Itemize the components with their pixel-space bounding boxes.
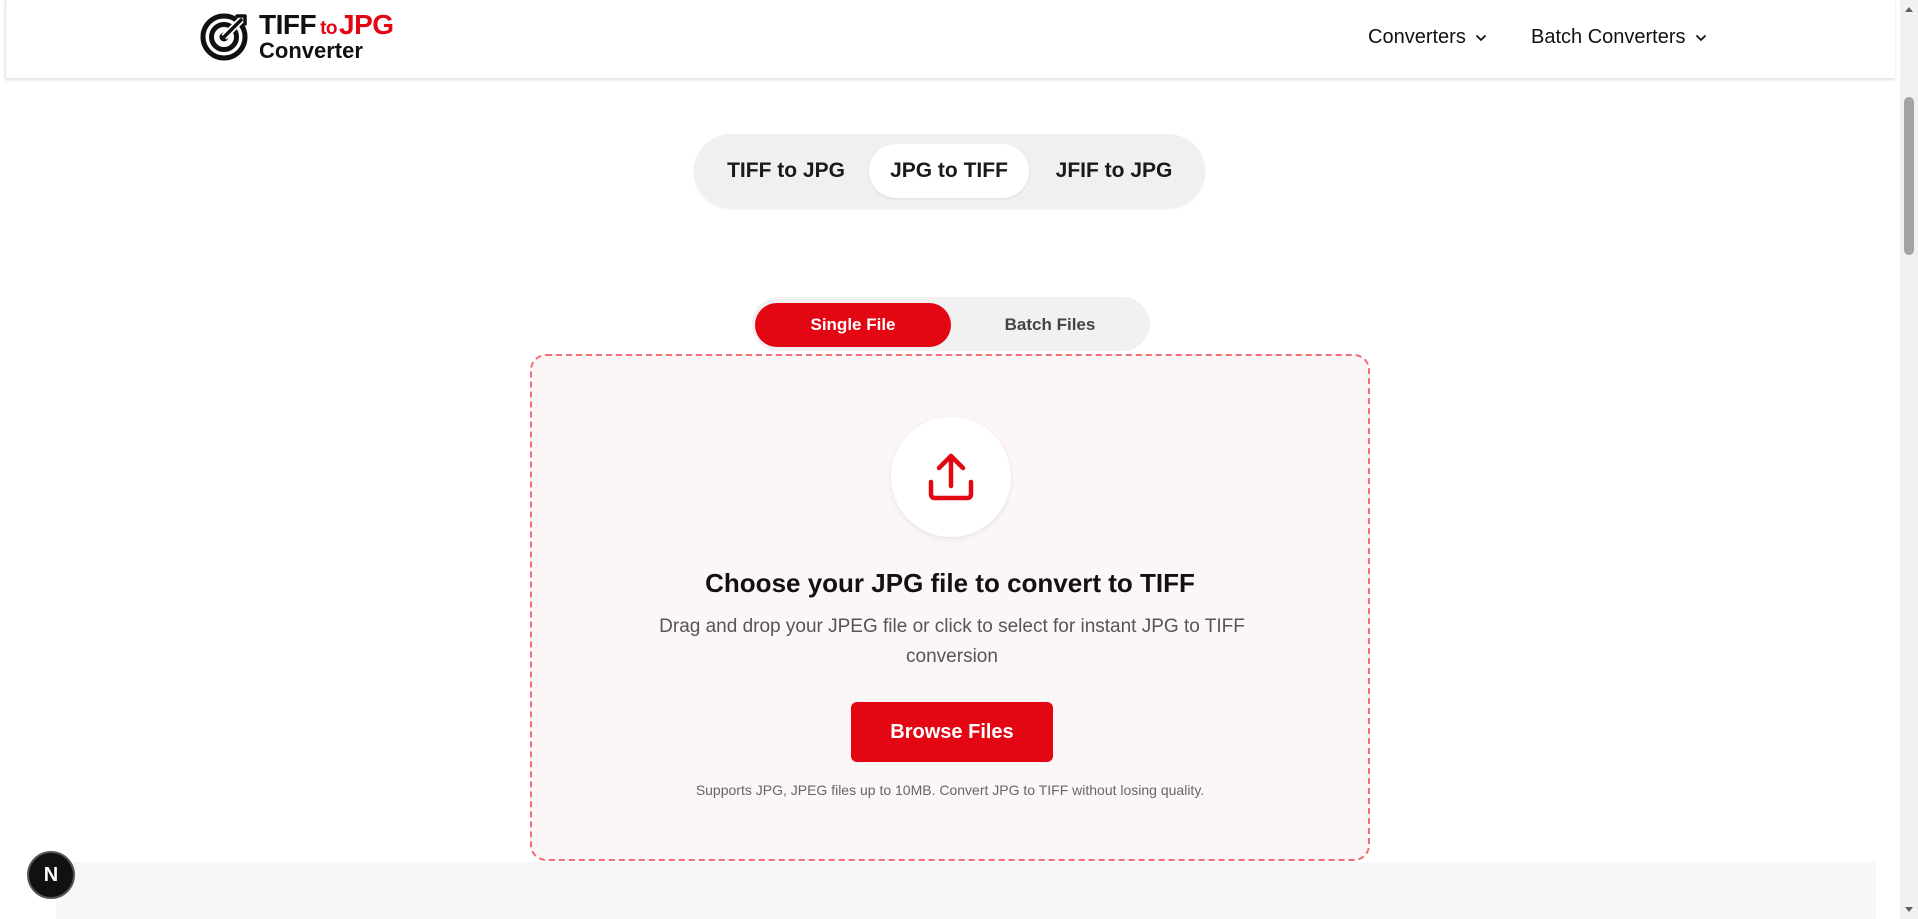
browse-files-button[interactable]: Browse Files <box>851 702 1053 762</box>
logo-converter: Converter <box>259 38 363 63</box>
nav-converters[interactable]: Converters <box>1368 26 1488 49</box>
single-file-button[interactable]: Single File <box>755 303 951 347</box>
scrollbar-thumb[interactable] <box>1904 97 1914 255</box>
site-logo[interactable]: TIFF toJPG Converter <box>199 11 394 62</box>
batch-files-button[interactable]: Batch Files <box>952 303 1148 347</box>
page-scrollbar[interactable] <box>1900 0 1918 919</box>
file-mode-toggle: Single File Batch Files <box>752 297 1150 351</box>
logo-text: TIFF toJPG Converter <box>259 11 394 62</box>
scroll-down-arrow-icon[interactable] <box>1904 904 1914 914</box>
nav-batch-converters-label: Batch Converters <box>1531 26 1686 48</box>
file-dropzone[interactable]: Choose your JPG file to convert to TIFF … <box>530 354 1370 861</box>
chevron-down-icon <box>1475 34 1486 41</box>
n-badge-button[interactable]: N <box>27 851 75 899</box>
next-section <box>56 862 1876 919</box>
chevron-down-icon <box>1695 34 1706 41</box>
upload-icon <box>928 453 974 501</box>
converter-tabs: TIFF to JPG JPG to TIFF JFIF to JPG <box>694 134 1205 208</box>
logo-to: to <box>320 18 338 39</box>
nav-converters-label: Converters <box>1368 26 1466 48</box>
page: TIFF toJPG Converter Converters Batch Con… <box>0 0 1918 919</box>
target-logo-icon <box>200 13 248 60</box>
upload-icon-container <box>891 417 1011 537</box>
tab-jfif-to-jpg[interactable]: JFIF to JPG <box>1034 144 1194 198</box>
tab-jpg-to-tiff[interactable]: JPG to TIFF <box>869 144 1029 198</box>
tab-tiff-to-jpg[interactable]: TIFF to JPG <box>708 144 864 198</box>
nav-batch-converters[interactable]: Batch Converters <box>1531 26 1708 49</box>
dropzone-title: Choose your JPG file to convert to TIFF <box>705 568 1195 598</box>
site-header: TIFF toJPG Converter Converters Batch Con… <box>5 0 1895 78</box>
dropzone-description: Drag and drop your JPEG file or click to… <box>659 616 1245 667</box>
scroll-up-arrow-icon[interactable] <box>1904 5 1914 15</box>
dropzone-note: Supports JPG, JPEG files up to 10MB. Con… <box>695 782 1205 798</box>
logo-tiff: TIFF <box>259 9 317 40</box>
logo-jpg: JPG <box>339 9 394 40</box>
